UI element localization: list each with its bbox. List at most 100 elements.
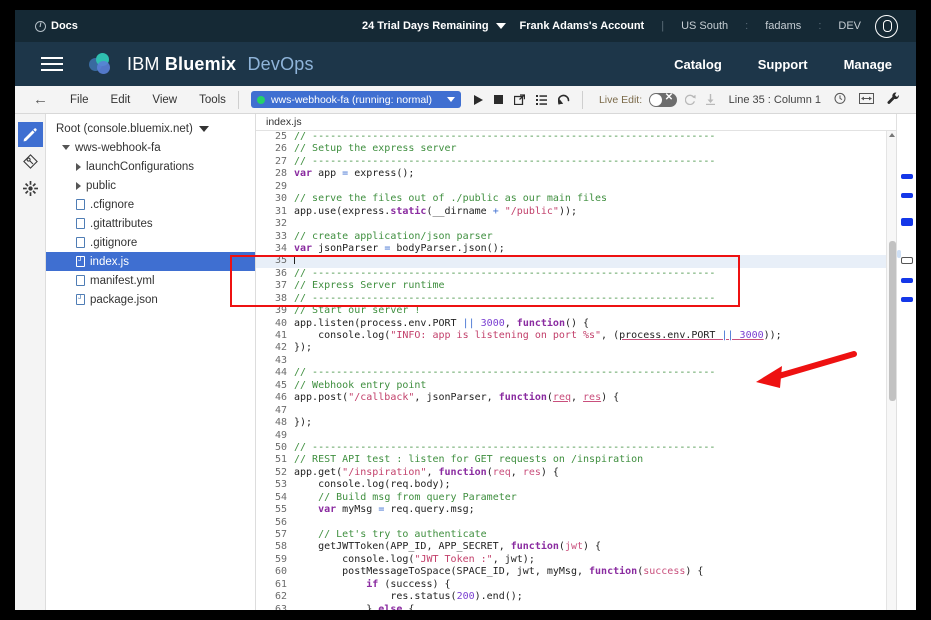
file-tree-item[interactable]: .gitignore: [46, 233, 255, 252]
menu-file[interactable]: File: [70, 94, 89, 106]
file-tree-root[interactable]: Root (console.bluemix.net): [46, 120, 255, 138]
code-line[interactable]: 25 // -----------------------------------…: [256, 131, 896, 143]
file-tree-item[interactable]: package.json: [46, 290, 255, 309]
line-number: 62: [274, 591, 287, 603]
refresh-icon[interactable]: [685, 94, 696, 105]
trial-days-dropdown[interactable]: 24 Trial Days Remaining: [362, 20, 506, 32]
code-line[interactable]: 55 var myMsg = req.query.msg;: [256, 504, 896, 516]
code-line[interactable]: 52 app.get("/inspiration", function(req, …: [256, 467, 896, 479]
code-area[interactable]: 25 // -----------------------------------…: [256, 131, 896, 610]
code-source: // Build msg from query Parameter: [318, 491, 517, 503]
code-source: // serve the files out of ./public as ou…: [294, 193, 608, 205]
expand-width-icon[interactable]: [859, 92, 874, 107]
annotation-marker[interactable]: [901, 193, 913, 198]
menu-view[interactable]: View: [152, 94, 177, 106]
code-line[interactable]: 29: [256, 181, 896, 193]
code-line[interactable]: 43: [256, 355, 896, 367]
wrench-settings-icon[interactable]: [887, 92, 900, 108]
tab-index-js[interactable]: index.js: [256, 116, 312, 128]
settings-gear-icon: [22, 181, 38, 196]
code-line[interactable]: 38 // -----------------------------------…: [256, 293, 896, 305]
run-play-icon[interactable]: [473, 94, 483, 105]
code-line[interactable]: 37 // Express Server runtime: [256, 280, 896, 292]
code-line[interactable]: 40 app.listen(process.env.PORT || 3000, f…: [256, 318, 896, 330]
file-tree-item[interactable]: .gitattributes: [46, 214, 255, 233]
nav-link-manage[interactable]: Manage: [844, 57, 892, 72]
scroll-up-icon[interactable]: [889, 133, 895, 137]
rail-item-settings[interactable]: [18, 176, 43, 201]
code-line[interactable]: 51 // REST API test : listen for GET requ…: [256, 454, 896, 466]
code-line[interactable]: 28 var app = express();: [256, 168, 896, 180]
code-line[interactable]: 48});: [256, 417, 896, 429]
file-tree-item[interactable]: manifest.yml: [46, 271, 255, 290]
code-line[interactable]: 56: [256, 517, 896, 529]
menu-tools[interactable]: Tools: [199, 94, 226, 106]
code-line[interactable]: 49: [256, 430, 896, 442]
annotation-marker[interactable]: [901, 297, 913, 302]
code-line[interactable]: 46 app.post("/callback", jsonParser, func…: [256, 392, 896, 404]
code-line[interactable]: 41 console.log("INFO: app is listening o…: [256, 330, 896, 342]
code-line[interactable]: 60 postMessageToSpace(SPACE_ID, jwt, myM…: [256, 566, 896, 578]
deploy-icon[interactable]: [705, 94, 716, 105]
annotation-marker[interactable]: [901, 278, 913, 283]
toggle-knob: [650, 93, 663, 106]
docs-link[interactable]: Docs: [35, 20, 78, 32]
rail-item-edit[interactable]: [17, 122, 43, 147]
code-line[interactable]: 53 console.log(req.body);: [256, 479, 896, 491]
nav-link-catalog[interactable]: Catalog: [674, 57, 722, 72]
file-tree-item[interactable]: index.js: [46, 252, 255, 271]
code-line[interactable]: 63 } else {: [256, 604, 896, 610]
code-line[interactable]: 31 app.use(express.static(__dirname + "/p…: [256, 206, 896, 218]
annotation-marker[interactable]: [901, 174, 913, 179]
live-edit-toggle[interactable]: ✕: [649, 92, 678, 107]
file-tree-item[interactable]: .cfignore: [46, 195, 255, 214]
code-source: // -------------------------------------…: [294, 155, 716, 167]
editor-scrollbar[interactable]: [886, 131, 896, 610]
stop-icon[interactable]: [493, 95, 503, 104]
code-line[interactable]: 54 // Build msg from query Parameter: [256, 492, 896, 504]
scrollbar-thumb[interactable]: [888, 241, 896, 401]
annotation-marker-outline[interactable]: [901, 257, 913, 264]
code-line[interactable]: 57 // Let's try to authenticate: [256, 529, 896, 541]
code-line[interactable]: 58 getJWTToken(APP_ID, APP_SECRET, funct…: [256, 541, 896, 553]
code-line[interactable]: 32: [256, 218, 896, 230]
file-tree-item[interactable]: launchConfigurations: [46, 157, 255, 176]
code-source: [294, 355, 896, 367]
code-line[interactable]: 27 // -----------------------------------…: [256, 156, 896, 168]
code-line[interactable]: 42});: [256, 342, 896, 354]
code-line[interactable]: 30 // serve the files out of ./public as …: [256, 193, 896, 205]
file-tree-item-label: package.json: [90, 293, 158, 306]
code-source: console.log(req.body);: [294, 479, 451, 491]
file-icon: [76, 218, 85, 229]
code-source: [294, 430, 896, 442]
restart-icon[interactable]: [557, 94, 570, 105]
annotation-marker[interactable]: [901, 218, 913, 226]
nav-link-support[interactable]: Support: [758, 57, 808, 72]
app-selector-dropdown[interactable]: wws-webhook-fa (running: normal): [250, 91, 461, 108]
code-line[interactable]: 61 if (success) {: [256, 579, 896, 591]
code-line[interactable]: 45 // Webhook entry point: [256, 380, 896, 392]
code-line[interactable]: 44 // -----------------------------------…: [256, 367, 896, 379]
code-line[interactable]: 33 // create application/json parser: [256, 231, 896, 243]
code-line[interactable]: 50 // -----------------------------------…: [256, 442, 896, 454]
hamburger-menu-icon[interactable]: [41, 53, 63, 75]
history-clock-icon[interactable]: [834, 92, 846, 107]
rail-item-git[interactable]: [18, 149, 43, 174]
open-external-icon[interactable]: [513, 94, 525, 105]
code-line[interactable]: 59 console.log("JWT Token :", jwt);: [256, 554, 896, 566]
code-line[interactable]: 36 // -----------------------------------…: [256, 268, 896, 280]
account-name[interactable]: Frank Adams's Account: [520, 20, 645, 32]
code-line[interactable]: 35: [256, 255, 896, 268]
code-line[interactable]: 47: [256, 405, 896, 417]
menu-edit[interactable]: Edit: [111, 94, 131, 106]
code-line[interactable]: 34 var jsonParser = bodyParser.json();: [256, 243, 896, 255]
code-line[interactable]: 26 // Setup the express server: [256, 143, 896, 155]
code-line[interactable]: 39 // Start our server !: [256, 305, 896, 317]
file-tree-item[interactable]: wws-webhook-fa: [46, 138, 255, 157]
back-arrow-icon[interactable]: ←: [33, 91, 48, 108]
file-tree-item[interactable]: public: [46, 176, 255, 195]
code-line[interactable]: 62 res.status(200).end();: [256, 591, 896, 603]
user-avatar-icon[interactable]: [875, 14, 898, 38]
logs-list-icon[interactable]: [535, 94, 547, 105]
edit-pencil-icon: [23, 127, 37, 141]
